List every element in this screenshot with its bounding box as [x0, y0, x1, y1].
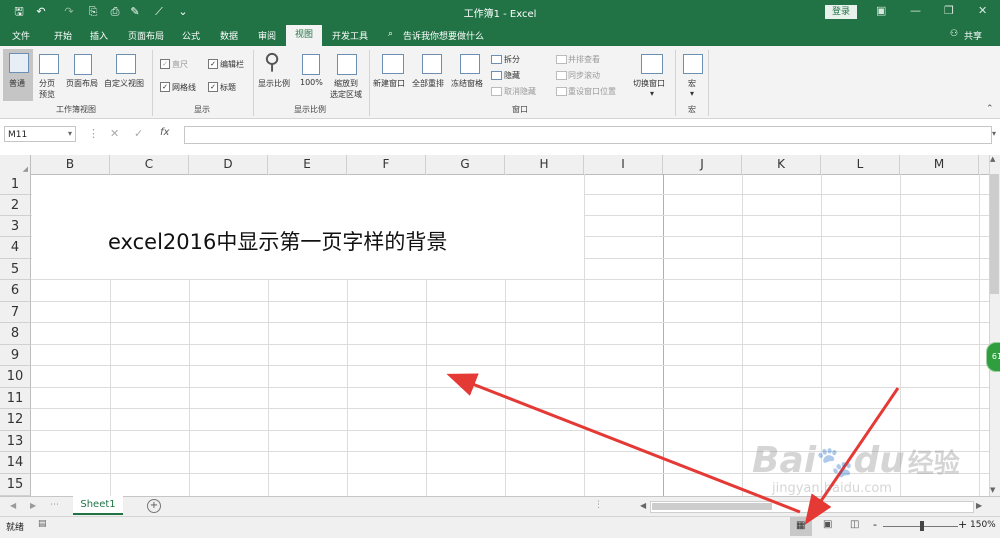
annotation-arrow-to-grid	[446, 373, 801, 514]
watermark-brand: Bai	[752, 440, 817, 481]
baidu-watermark: Bai🐾du 经验 jingyan.baidu.com	[752, 440, 960, 496]
paw-icon: 🐾	[816, 445, 854, 480]
watermark-url: jingyan.baidu.com	[772, 481, 892, 496]
watermark-brand-2: du	[853, 440, 905, 481]
watermark-cn: 经验	[907, 449, 960, 479]
